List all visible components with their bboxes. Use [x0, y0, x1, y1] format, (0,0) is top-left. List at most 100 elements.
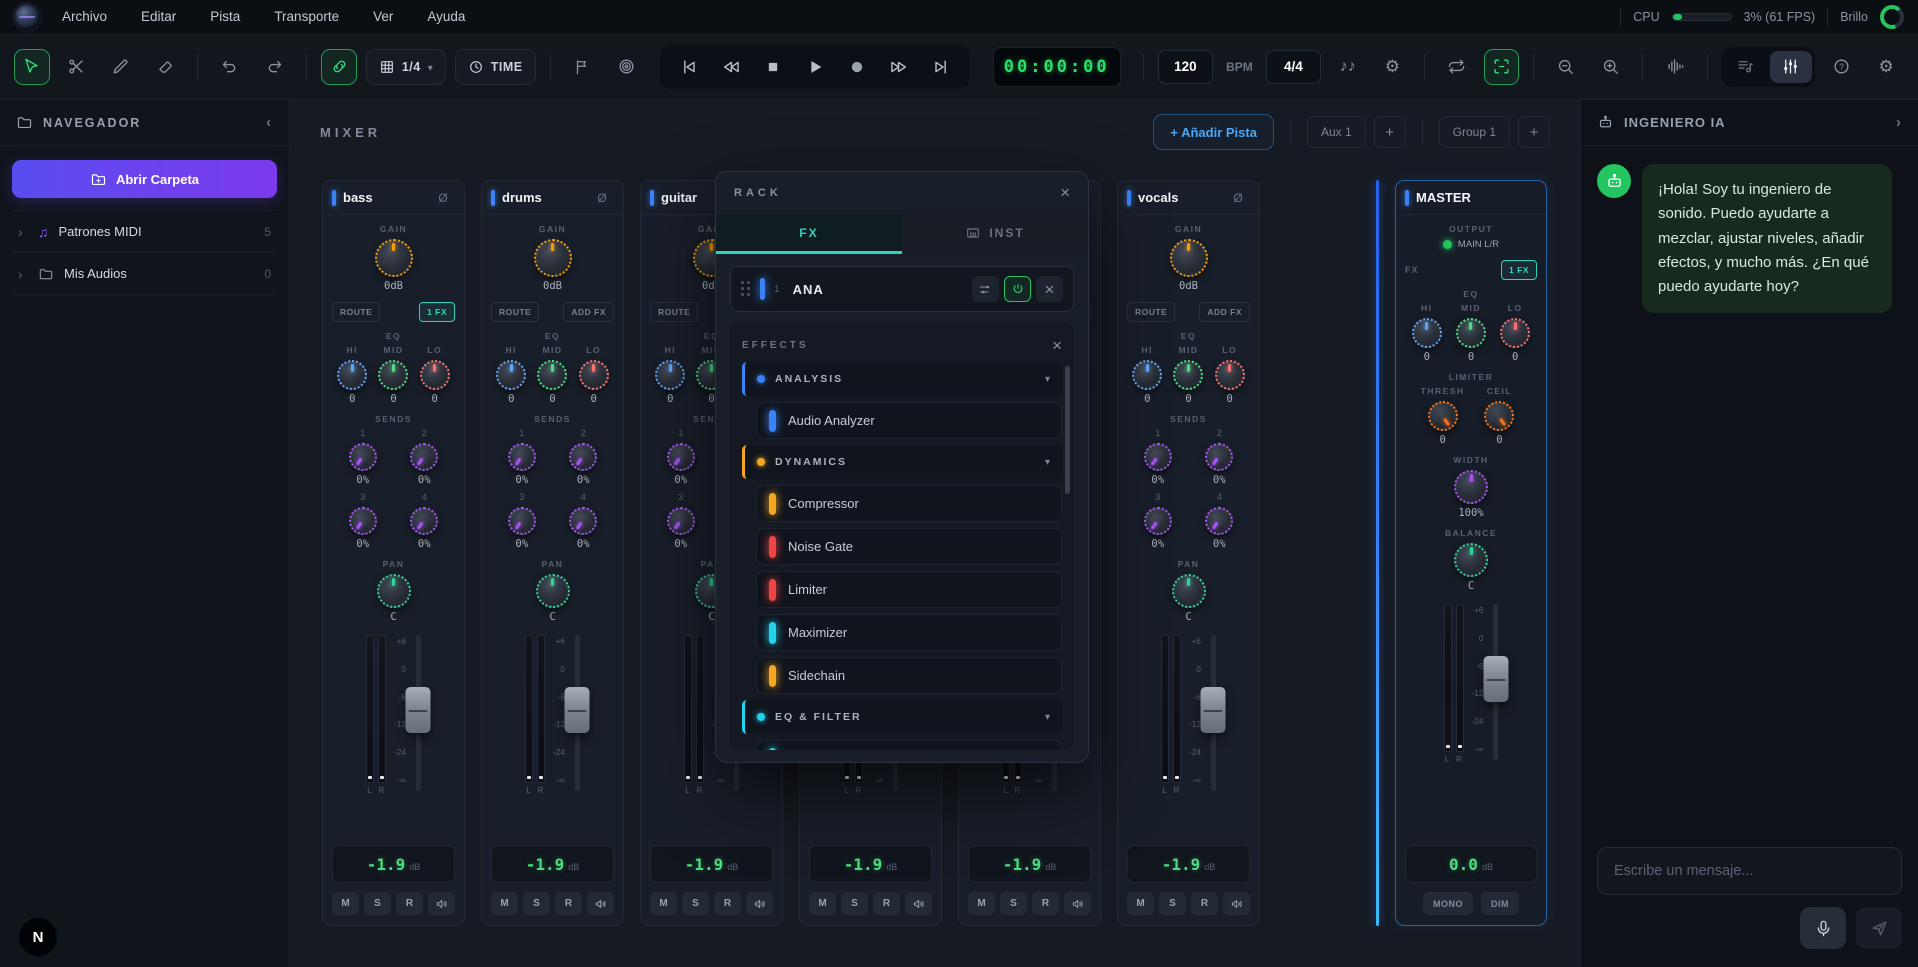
width-knob[interactable]	[1454, 470, 1488, 504]
phase-button[interactable]	[1226, 188, 1250, 208]
mute-button[interactable]: M	[332, 892, 359, 915]
fx-badge[interactable]: 1 FX	[419, 302, 455, 322]
speaker-button[interactable]	[1223, 892, 1250, 915]
send-knob[interactable]	[1205, 443, 1233, 471]
add-track-button[interactable]: + Añadir Pista	[1153, 114, 1274, 150]
brightness-knob[interactable]	[1880, 5, 1904, 29]
speaker-button[interactable]	[905, 892, 932, 915]
mute-button[interactable]: M	[968, 892, 995, 915]
eq-lo-knob[interactable]	[1215, 360, 1245, 390]
eq-mid-knob[interactable]	[1456, 318, 1486, 348]
tab-fx[interactable]: FX	[716, 214, 902, 254]
collapse-panel-button[interactable]	[1896, 114, 1902, 131]
expand-chevron-icon[interactable]	[18, 266, 28, 282]
record-arm-button[interactable]: R	[396, 892, 423, 915]
record-arm-button[interactable]: R	[873, 892, 900, 915]
close-rack-button[interactable]	[1060, 184, 1070, 202]
send-knob[interactable]	[349, 507, 377, 535]
redo-button[interactable]	[257, 49, 293, 85]
zoom-in-button[interactable]	[1593, 49, 1629, 85]
mixer-view-button[interactable]	[1770, 51, 1812, 83]
menu-item[interactable]: Transporte	[274, 9, 339, 24]
mono-button[interactable]: MONO	[1423, 892, 1473, 915]
snap-toggle-button[interactable]	[321, 49, 357, 85]
route-button[interactable]: ROUTE	[1127, 302, 1175, 322]
marker-button[interactable]	[565, 49, 601, 85]
eq-mid-knob[interactable]	[1173, 360, 1203, 390]
route-button[interactable]: ROUTE	[332, 302, 380, 322]
fx-badge[interactable]: 1 FX	[1501, 260, 1537, 280]
erase-tool-button[interactable]	[148, 49, 184, 85]
solo-button[interactable]: S	[1000, 892, 1027, 915]
effect-item[interactable]: Audio Analyzer	[756, 402, 1062, 439]
fast-forward-button[interactable]	[882, 50, 916, 84]
send-knob[interactable]	[1144, 443, 1172, 471]
send-knob[interactable]	[667, 443, 695, 471]
browser-item[interactable]: Patrones MIDI 5	[12, 211, 277, 253]
eq-hi-knob[interactable]	[1132, 360, 1162, 390]
mic-button[interactable]	[1800, 907, 1846, 949]
send-knob[interactable]	[1205, 507, 1233, 535]
route-button[interactable]: ROUTE	[491, 302, 539, 322]
effect-item[interactable]: Compressor	[756, 485, 1062, 522]
effect-category[interactable]: EQ & FILTER	[742, 700, 1062, 734]
send-knob[interactable]	[667, 507, 695, 535]
effect-item[interactable]: Noise Gate	[756, 528, 1062, 565]
send-knob[interactable]	[349, 443, 377, 471]
send-knob[interactable]	[1144, 507, 1172, 535]
speaker-button[interactable]	[746, 892, 773, 915]
menu-item[interactable]: Ayuda	[427, 9, 465, 24]
levels-button[interactable]	[1657, 49, 1693, 85]
aux-button[interactable]: Aux 1	[1307, 116, 1366, 148]
undo-button[interactable]	[212, 49, 248, 85]
corner-avatar[interactable]: N	[18, 917, 58, 957]
phase-button[interactable]	[431, 188, 455, 208]
mute-button[interactable]: M	[491, 892, 518, 915]
effect-item[interactable]: Spectral EQ	[756, 740, 1062, 750]
mute-button[interactable]: M	[650, 892, 677, 915]
gain-knob[interactable]	[1170, 239, 1208, 277]
expand-chevron-icon[interactable]	[18, 224, 28, 240]
menu-item[interactable]: Editar	[141, 9, 176, 24]
send-knob[interactable]	[410, 443, 438, 471]
ceil-knob[interactable]	[1484, 401, 1514, 431]
eq-hi-knob[interactable]	[496, 360, 526, 390]
playlist-view-button[interactable]	[1725, 51, 1767, 83]
record-button[interactable]	[840, 50, 874, 84]
settings-button[interactable]	[1868, 49, 1904, 85]
eq-mid-knob[interactable]	[537, 360, 567, 390]
speaker-button[interactable]	[428, 892, 455, 915]
mute-button[interactable]: M	[1127, 892, 1154, 915]
draw-tool-button[interactable]	[103, 49, 139, 85]
fader-handle[interactable]	[1201, 687, 1226, 733]
tempo-settings-button[interactable]	[1375, 49, 1411, 85]
fader-handle[interactable]	[565, 687, 590, 733]
speaker-button[interactable]	[587, 892, 614, 915]
time-mode-button[interactable]: TIME	[455, 49, 536, 85]
time-signature-button[interactable]: 4/4	[1266, 50, 1321, 84]
effect-item[interactable]: Sidechain	[756, 657, 1062, 694]
thresh-knob[interactable]	[1428, 401, 1458, 431]
punch-target-button[interactable]	[609, 49, 645, 85]
send-knob[interactable]	[508, 507, 536, 535]
pan-knob[interactable]	[377, 574, 411, 608]
volume-fader[interactable]	[416, 635, 421, 791]
phase-button[interactable]	[590, 188, 614, 208]
route-button[interactable]: ROUTE	[650, 302, 698, 322]
volume-fader[interactable]	[1211, 635, 1216, 791]
menu-item[interactable]: Ver	[373, 9, 393, 24]
gain-knob[interactable]	[534, 239, 572, 277]
record-arm-button[interactable]: R	[714, 892, 741, 915]
solo-button[interactable]: S	[682, 892, 709, 915]
open-folder-button[interactable]: Abrir Carpeta	[12, 160, 277, 198]
fader-handle[interactable]	[1483, 656, 1508, 702]
mute-button[interactable]: M	[809, 892, 836, 915]
eq-hi-knob[interactable]	[655, 360, 685, 390]
record-arm-button[interactable]: R	[1191, 892, 1218, 915]
grid-division-dropdown[interactable]: 1/4	[366, 49, 446, 85]
fx-badge[interactable]: ADD FX	[563, 302, 614, 322]
pan-knob[interactable]	[1172, 574, 1206, 608]
metronome-button[interactable]	[1330, 49, 1366, 85]
record-arm-button[interactable]: R	[1032, 892, 1059, 915]
speaker-button[interactable]	[1064, 892, 1091, 915]
